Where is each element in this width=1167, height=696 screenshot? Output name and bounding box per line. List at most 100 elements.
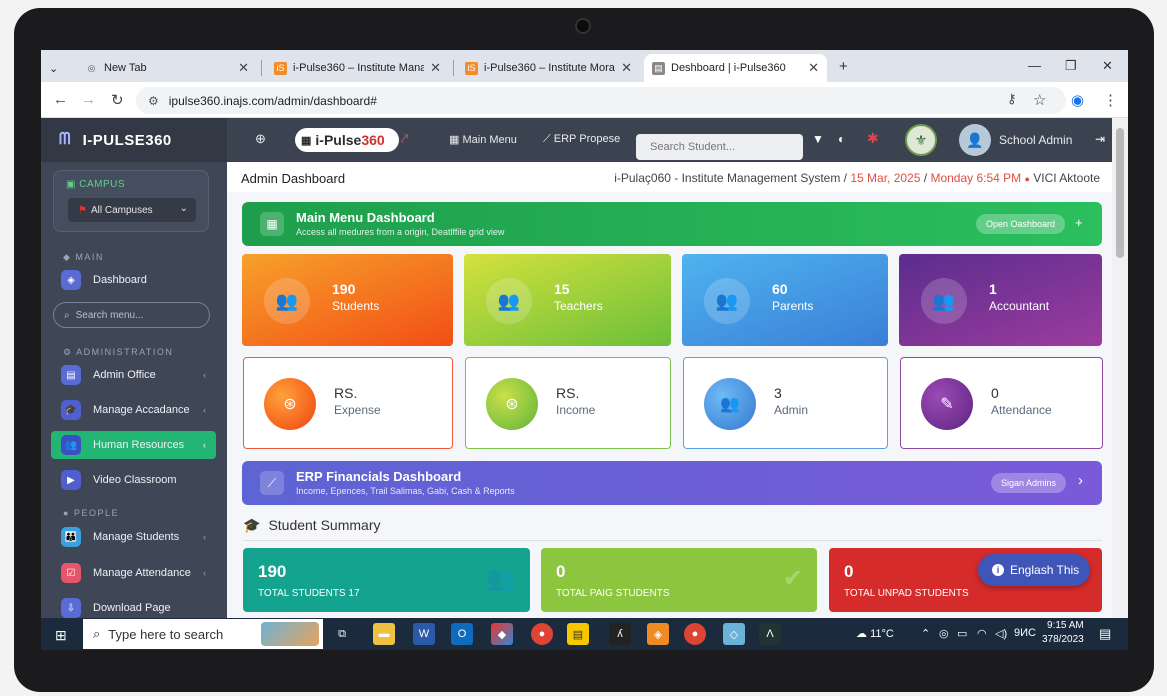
erp-link[interactable]: ⟋ ERP Propese [543,133,620,146]
school-crest[interactable]: ⚜ [905,124,937,156]
brand[interactable]: ᗰ I-PULSE360 [41,118,227,162]
back-icon[interactable]: ← [53,91,68,108]
clock[interactable]: 9:15 AM 378/2023 [1042,619,1084,647]
close-icon[interactable]: ✕ [430,60,441,76]
summary-total-students[interactable]: 190 TOTAL STUDENTS 17 👥 [243,548,530,612]
site-settings-icon[interactable]: ⚙ [148,94,159,108]
sidebar: ᗰ I-PULSE360 ▣ CAMPUS ⚑ All Campuses ⌄ ◆… [41,118,227,618]
word-icon[interactable]: W [413,623,435,645]
tab-new[interactable]: ◎ New Tab ✕ [77,54,257,82]
battery-icon[interactable]: ▭ [957,627,967,640]
brave-icon[interactable]: ◈ [647,623,669,645]
tab-ipulse-1[interactable]: iS i-Pulse360 – Institute Managsı ✕ [266,54,449,82]
tab-search-button[interactable]: ⌄ [41,54,75,82]
main-menu-banner[interactable]: ▦ Main Menu Dashboard Access all medures… [242,202,1102,246]
chrome-icon[interactable]: ● [531,623,553,645]
summary-paid-students[interactable]: 0 TOTAL PAIG STUDENTS ✔ [541,548,817,612]
menu-toggle-icon[interactable]: ⊕ [255,131,266,147]
restore-icon[interactable]: ❐ [1065,58,1077,74]
summary-value: 0 [556,562,566,581]
dashboard-icon: ◈ [61,270,81,290]
taskbar: ⊞ ⌕ Type here to search ⧉ ▬ W O ◆ ● ▤ ʎ … [41,618,1128,650]
card-expense[interactable]: ⊛ RS. Expense [243,357,453,449]
reload-icon[interactable]: ↻ [111,91,124,109]
sidebar-item-admin-office[interactable]: ▤ Admin Office ‹ [51,361,216,389]
taskbar-search[interactable]: ⌕ Type here to search [83,619,323,649]
outlook-icon[interactable]: O [451,623,473,645]
wifi-icon[interactable]: ◠ [977,627,987,640]
notification-icon[interactable]: ✱ [867,130,879,147]
sidebar-item-manage-attendance[interactable]: ☑ Manage Attendance ‹ [51,559,216,587]
filter-icon[interactable]: ▼ [812,132,824,146]
page-title: Admin Dashboard [241,171,346,186]
menu-search-input[interactable]: ⌕ Search menu... [53,302,210,328]
close-icon[interactable]: ✕ [808,60,819,76]
avatar[interactable]: 👤 [959,124,991,156]
notification-center-icon[interactable]: ▤ [1099,626,1111,642]
breadcrumb-system[interactable]: i-Pulaç060 - Institute Management System [614,171,840,185]
sidebar-item-download-page[interactable]: ⇩ Download Page [51,594,216,618]
close-icon[interactable]: ✕ [238,60,249,76]
stat-card-teachers[interactable]: 👥 15 Teachers [464,254,671,346]
stat-card-accountant[interactable]: 👥 1 Accountant [899,254,1102,346]
logout-icon[interactable]: ⇥ [1095,132,1105,146]
stat-card-parents[interactable]: 👥 60 Parents [682,254,888,346]
close-icon[interactable]: ✕ [621,60,632,76]
language-indicator[interactable]: 9ИС [1014,627,1036,639]
file-explorer-icon[interactable]: ▬ [373,623,395,645]
stat-card-students[interactable]: 👥 190 Students [242,254,453,346]
key-icon[interactable]: ⚷ [1007,91,1017,107]
app-icon[interactable]: ◇ [723,623,745,645]
sign-admins-button[interactable]: Sigan Admins [991,473,1067,493]
erp-financials-banner[interactable]: ⟋ ERP Financials Dashboard Income, Epenc… [242,461,1102,505]
main-menu-link[interactable]: ▦ Main Menu [449,133,517,146]
language-button[interactable]: i Englash This [978,554,1090,586]
sidebar-item-manage-students[interactable]: 👪 Manage Students ‹ [51,523,216,551]
volume-icon[interactable]: ◁) [995,627,1007,640]
scrollbar-thumb[interactable] [1116,128,1124,258]
plus-icon[interactable]: + [1075,215,1083,230]
user-name[interactable]: School Admin [999,133,1072,147]
windows-start-icon[interactable]: ⊞ [55,627,67,644]
tab-dashboard[interactable]: ▤ Deshboard | i-Pulse360 ✕ [644,54,827,82]
scrollbar[interactable] [1112,118,1128,618]
card-admin[interactable]: 👥 3 Admin [683,357,888,449]
browser-menu-icon[interactable]: ⋮ [1103,91,1118,109]
chrome-icon[interactable]: ● [684,623,706,645]
tray-chevron-icon[interactable]: ⌃ [921,627,930,640]
student-search-placeholder: Search Student... [650,141,735,153]
tab-title: Deshboard | i-Pulse360 [671,62,786,74]
student-search-input[interactable]: Search Student... [636,134,803,160]
campus-select[interactable]: ⚑ All Campuses ⌄ [68,198,196,222]
tab-ipulse-2[interactable]: iS i-Pulse360 – Institute Moragsı ✕ [457,54,640,82]
forward-icon[interactable]: → [81,91,96,108]
terminal-icon[interactable]: ʎ [609,623,631,645]
theme-toggle-icon[interactable]: ◐ [838,132,845,146]
stat-label: Accountant [989,299,1050,313]
chevron-right-icon[interactable]: › [1078,472,1083,489]
profile-icon[interactable]: ◉ [1071,91,1084,109]
card-income[interactable]: ⊛ RS. Income [465,357,671,449]
sidebar-item-dashboard[interactable]: ◈ Dashboard [51,266,216,294]
sidebar-item-video-classroom[interactable]: ▶ Video Classroom [51,466,216,494]
breadcrumb-user: VICI Aktoote [1033,171,1100,185]
app-icon[interactable]: Λ [759,623,781,645]
task-view-icon[interactable]: ⧉ [331,623,353,645]
app-icon[interactable]: ◆ [491,623,513,645]
ipulse-logo[interactable]: ▦ i-Pulse 360 [295,128,399,152]
close-window-icon[interactable]: ✕ [1102,58,1113,74]
stat-value: 1 [989,281,997,297]
card-attendance[interactable]: ✎ 0 Attendance [900,357,1103,449]
open-dashboard-button[interactable]: Open Oashboard [976,214,1066,234]
sidebar-item-human-resources[interactable]: 👥 Human Resources ‹ [51,431,216,459]
section-main: ◆ MAIN [63,252,104,262]
weather-icon[interactable]: ☁ 11°C [856,627,894,640]
sticky-notes-icon[interactable]: ▤ [567,623,589,645]
url-field[interactable]: ⚙ ipulse360.inajs.com/admin/dashboard# [136,87,1066,114]
breadcrumb: i-Pulaç060 - Institute Management System… [614,171,1100,185]
sidebar-item-manage-academics[interactable]: 🎓 Manage Accadance ‹ [51,396,216,424]
minimize-icon[interactable]: — [1028,58,1041,73]
bookmark-star-icon[interactable]: ☆ [1033,91,1046,109]
new-tab-button[interactable]: + [839,58,848,75]
network-icon[interactable]: ◎ [939,627,949,640]
